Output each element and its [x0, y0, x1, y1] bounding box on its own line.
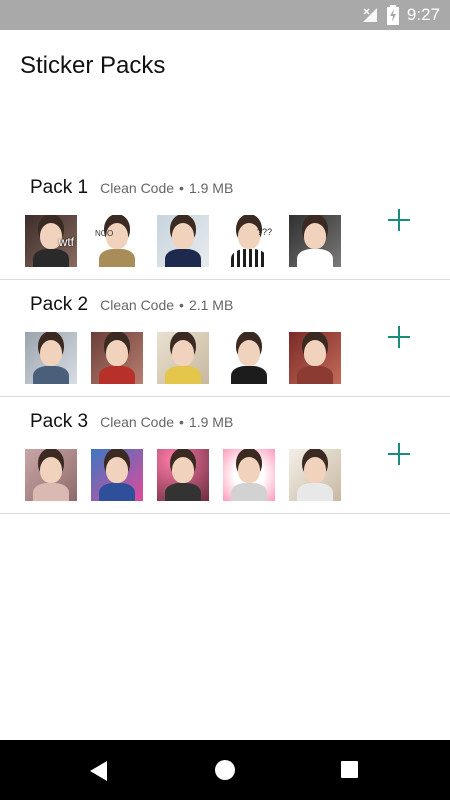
back-icon[interactable]	[90, 761, 107, 781]
add-pack-button[interactable]	[388, 209, 410, 231]
sticker-pack-item[interactable]: Pack 2 Clean Code • 2.1 MB	[0, 280, 450, 397]
pack-separator: •	[179, 180, 184, 196]
sticker-thumbnail	[289, 449, 341, 501]
pack-header: Pack 3 Clean Code • 1.9 MB	[30, 411, 233, 433]
pack-meta: Clean Code • 2.1 MB	[100, 297, 233, 313]
sticker-thumbnail	[289, 215, 341, 267]
recents-icon[interactable]	[341, 761, 358, 778]
sticker-row	[25, 332, 341, 384]
pack-publisher: Clean Code	[100, 180, 175, 196]
battery-charging-icon	[386, 5, 399, 25]
page-title: Sticker Packs	[20, 52, 166, 79]
sticker-thumbnail	[157, 215, 209, 267]
app-bar: Sticker Packs	[0, 30, 450, 100]
pack-publisher: Clean Code	[100, 297, 175, 313]
pack-name: Pack 2	[30, 294, 89, 315]
sticker-thumbnail	[25, 449, 77, 501]
sticker-row: wtf NOO ???	[25, 215, 341, 267]
home-icon[interactable]	[215, 760, 235, 780]
sticker-caption: wtf	[58, 235, 74, 249]
sticker-thumbnail: NOO	[91, 215, 143, 267]
pack-publisher: Clean Code	[100, 414, 175, 430]
sticker-thumbnail	[223, 449, 275, 501]
sticker-pack-list: Pack 1 Clean Code • 1.9 MB wtf NOO ??? Pac…	[0, 163, 450, 514]
sticker-thumbnail: ???	[223, 215, 275, 267]
pack-header: Pack 2 Clean Code • 2.1 MB	[30, 294, 233, 316]
sticker-caption: ???	[256, 227, 272, 237]
status-bar: 9:27	[0, 0, 450, 30]
sticker-caption: NOO	[95, 229, 114, 238]
pack-header: Pack 1 Clean Code • 1.9 MB	[30, 177, 233, 199]
sticker-thumbnail	[289, 332, 341, 384]
add-pack-button[interactable]	[388, 443, 410, 465]
pack-size: 1.9 MB	[188, 414, 234, 430]
status-icons: 9:27	[361, 0, 440, 30]
pack-meta: Clean Code • 1.9 MB	[100, 180, 233, 196]
add-pack-button[interactable]	[388, 326, 410, 348]
pack-size: 1.9 MB	[188, 180, 234, 196]
pack-name: Pack 3	[30, 411, 89, 432]
sticker-row	[25, 449, 341, 501]
sticker-thumbnail	[157, 332, 209, 384]
pack-name: Pack 1	[30, 177, 89, 198]
pack-separator: •	[179, 297, 184, 313]
sticker-pack-item[interactable]: Pack 3 Clean Code • 1.9 MB	[0, 397, 450, 514]
pack-meta: Clean Code • 1.9 MB	[100, 414, 233, 430]
pack-size: 2.1 MB	[188, 297, 234, 313]
pack-separator: •	[179, 414, 184, 430]
wifi-off-icon	[362, 8, 377, 22]
sticker-pack-item[interactable]: Pack 1 Clean Code • 1.9 MB wtf NOO ???	[0, 163, 450, 280]
sticker-thumbnail	[91, 332, 143, 384]
sticker-thumbnail	[25, 332, 77, 384]
sticker-thumbnail	[223, 332, 275, 384]
status-time: 9:27	[406, 5, 440, 24]
sticker-thumbnail: wtf	[25, 215, 77, 267]
sticker-thumbnail	[91, 449, 143, 501]
sticker-thumbnail	[157, 449, 209, 501]
navigation-bar	[0, 740, 450, 800]
